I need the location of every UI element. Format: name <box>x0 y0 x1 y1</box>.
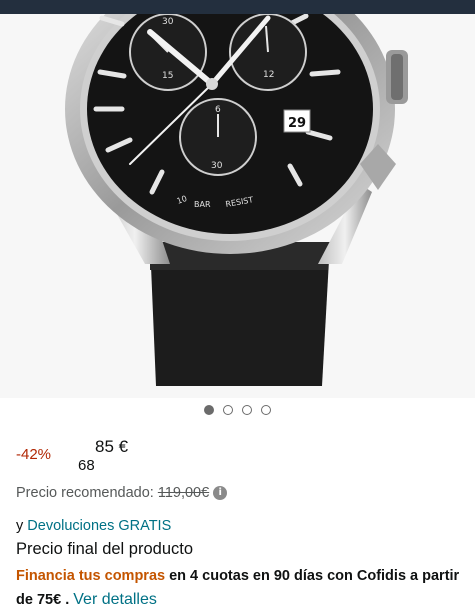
product-image[interactable]: 30 15 12 6 30 29 10 BAR RESIST <box>0 14 475 398</box>
returns-prefix: y <box>16 518 24 534</box>
price-fraction: 85 € <box>95 437 129 456</box>
recommended-price-value: 119,00€ <box>157 485 210 501</box>
price-whole: 68 <box>78 457 95 474</box>
price-block: -42% 85 € 68 <box>16 436 456 476</box>
product-image-carousel[interactable]: 30 15 12 6 30 29 10 BAR RESIST <box>0 14 475 398</box>
see-details-link[interactable]: Ver detalles <box>73 591 157 608</box>
financing-link[interactable]: Financia tus compras <box>16 568 165 584</box>
top-bar <box>0 0 475 14</box>
free-returns-link[interactable]: Devoluciones GRATIS <box>27 518 171 534</box>
carousel-dot-2[interactable] <box>223 405 233 415</box>
recommended-price-label: Precio recomendado: <box>16 485 154 501</box>
discount-percentage: -42% <box>16 446 52 463</box>
svg-text:12: 12 <box>263 70 274 80</box>
financing-info: Financia tus compras en 4 cuotas en 90 d… <box>16 565 466 612</box>
svg-text:30: 30 <box>162 17 174 27</box>
carousel-dot-4[interactable] <box>261 405 271 415</box>
info-icon[interactable]: i <box>213 486 228 500</box>
svg-text:30: 30 <box>211 161 223 171</box>
returns-line: y Devoluciones GRATIS <box>16 518 171 534</box>
svg-text:6: 6 <box>215 105 221 115</box>
svg-text:15: 15 <box>162 71 173 81</box>
svg-text:29: 29 <box>288 116 306 131</box>
carousel-dots <box>0 405 475 419</box>
recommended-price: Precio recomendado: 119,00€ i <box>16 485 228 501</box>
carousel-dot-3[interactable] <box>242 405 252 415</box>
carousel-dot-1[interactable] <box>204 405 214 415</box>
svg-text:BAR: BAR <box>194 200 211 209</box>
final-price-label: Precio final del producto <box>16 540 194 558</box>
financing-separator: . <box>65 592 70 608</box>
